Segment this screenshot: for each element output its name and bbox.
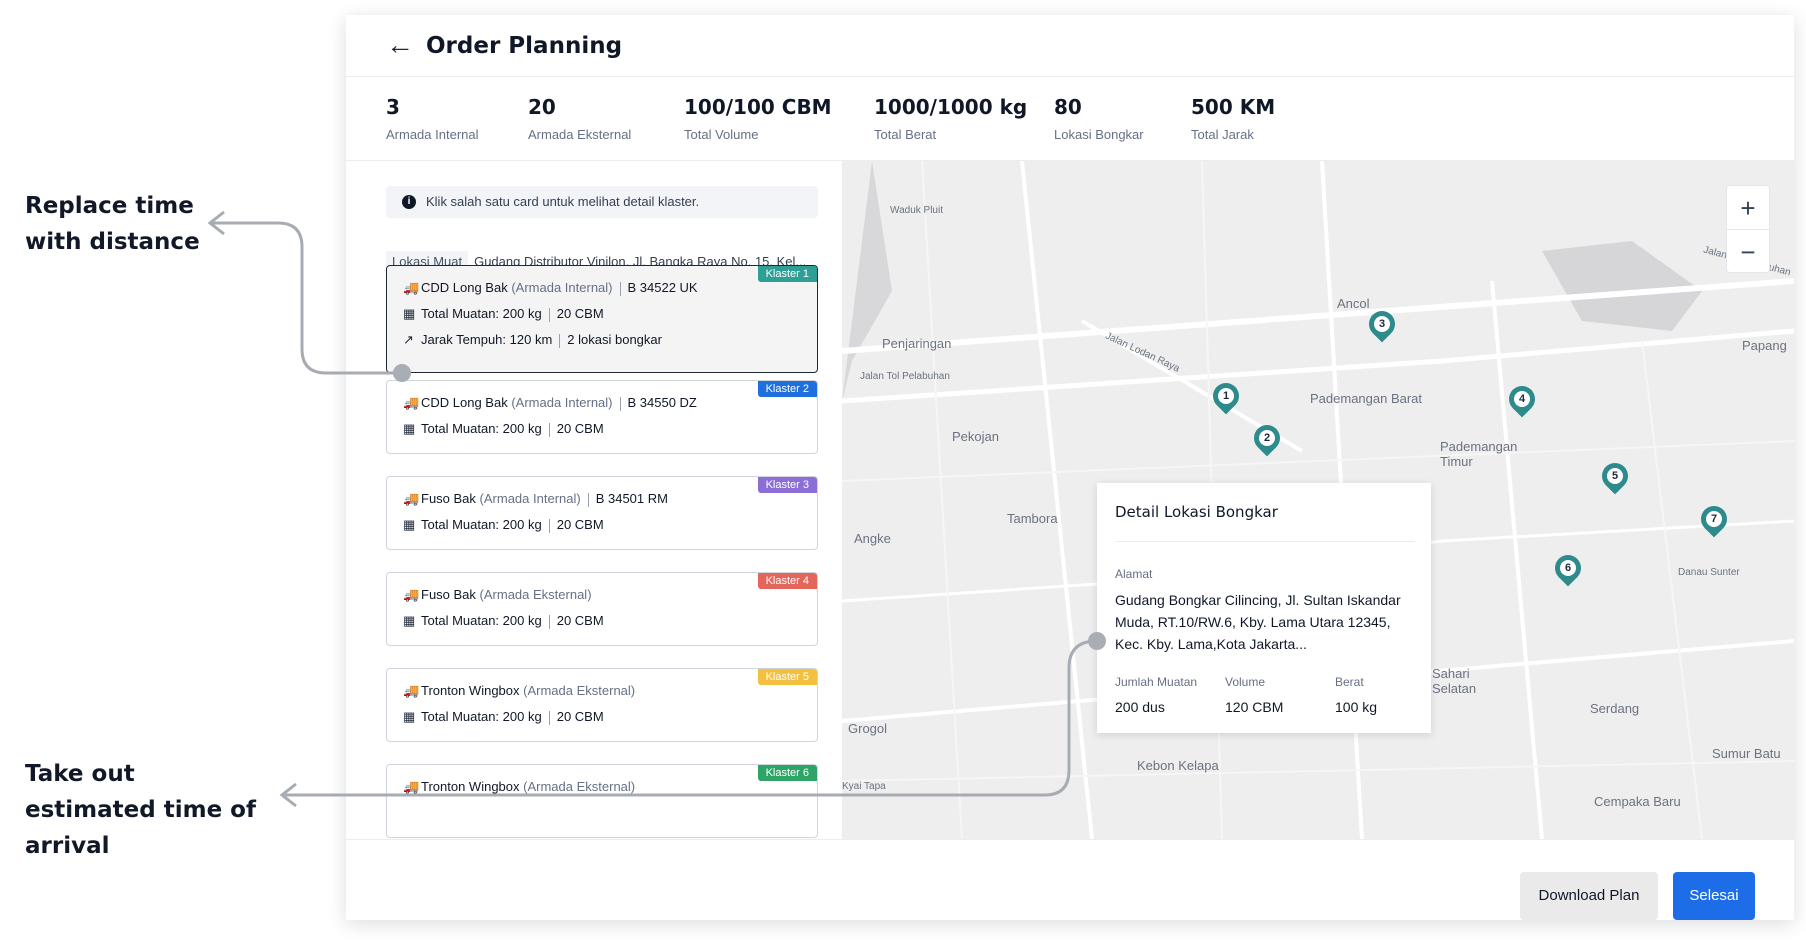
truck-icon: 🚚 (403, 280, 420, 295)
muatan-row: ▦ Total Muatan: 200 kg 20 CBM (403, 306, 604, 322)
map-label: Penjaringan (882, 336, 952, 351)
divider (1115, 541, 1415, 542)
map-label: Kyai Tapa (842, 781, 886, 792)
map-label: Pademangan Barat (1310, 391, 1423, 406)
cluster-badge: Klaster 3 (757, 477, 817, 493)
alamat-label: Alamat (1115, 567, 1153, 581)
stat-armada-internal: 3 Armada Internal (386, 95, 479, 142)
truck-icon: 🚚 (403, 683, 420, 698)
cargo-icon: ▦ (403, 709, 416, 724)
map-label: Pademangan Timur (1440, 439, 1518, 469)
vehicle-row: 🚚 CDD Long Bak (Armada Internal) B 34550 D… (403, 395, 697, 411)
berat-info: Berat 100 kg (1335, 675, 1378, 715)
vehicle-row: 🚚 CDD Long Bak (Armada Internal) B 34522 U… (403, 280, 698, 296)
stat-lokasi-bongkar: 80 Lokasi Bongkar (1054, 95, 1144, 142)
muatan-row: ▦ Total Muatan: 200 kg 20 CBM (403, 517, 604, 533)
muatan-row: ▦ Total Muatan: 200 kg 20 CBM (403, 613, 604, 629)
map-label: Pekojan (952, 429, 999, 444)
map-label: Angke (854, 531, 891, 546)
muatan-row: ▦ Total Muatan: 200 kg 20 CBM (403, 421, 604, 437)
zoom-out-button[interactable]: − (1727, 230, 1769, 274)
info-banner: i Klik salah satu card untuk melihat det… (386, 186, 818, 218)
map-label: Danau Sunter (1678, 567, 1740, 578)
map-label: Waduk Pluit (890, 205, 943, 216)
stat-total-volume: 100/100 CBM Total Volume (684, 95, 832, 142)
truck-icon: 🚚 (403, 779, 420, 794)
back-arrow-icon[interactable]: ← (386, 31, 414, 59)
map-label: Papang (1742, 338, 1787, 353)
map-label: Cempaka Baru (1594, 794, 1681, 809)
stat-total-jarak: 500 KM Total Jarak (1191, 95, 1276, 142)
map-label: Sumur Batu (1712, 746, 1781, 761)
map-label: Kebon Kelapa (1137, 758, 1219, 773)
map-label: Serdang (1590, 701, 1640, 716)
map-label: Grogol (848, 721, 888, 736)
cluster-card-1[interactable]: Klaster 1 🚚 CDD Long Bak (Armada Internal… (386, 265, 818, 373)
muatan-row: ▦ Total Muatan: 200 kg 20 CBM (403, 709, 604, 725)
detail-title: Detail Lokasi Bongkar (1115, 503, 1278, 521)
download-plan-button[interactable]: Download Plan (1520, 872, 1658, 920)
zoom-control: + − (1726, 185, 1770, 273)
route-arrow-icon: ↗ (403, 332, 414, 347)
cluster-badge: Klaster 2 (757, 381, 817, 397)
annotation-replace-time: Replace time with distance (25, 193, 200, 255)
vehicle-row: 🚚 Fuso Bak (Armada Eksternal) (403, 587, 592, 602)
cluster-panel: i Klik salah satu card untuk melihat det… (346, 161, 842, 839)
map-label: Sahari Selatan (1432, 666, 1477, 696)
footer-bar: Download Plan Selesai (346, 839, 1794, 920)
map-label: Tambora (1007, 511, 1058, 526)
cargo-icon: ▦ (403, 421, 416, 436)
map-label: Ancol (1337, 296, 1370, 311)
cargo-icon: ▦ (403, 613, 416, 628)
zoom-in-button[interactable]: + (1727, 186, 1769, 230)
cluster-badge: Klaster 5 (757, 669, 817, 685)
truck-icon: 🚚 (403, 491, 420, 506)
truck-icon: 🚚 (403, 395, 420, 410)
page-title: Order Planning (426, 33, 623, 59)
vehicle-row: 🚚 Tronton Wingbox (Armada Eksternal) (403, 779, 636, 794)
map-label: Jalan Tol Pelabuhan (860, 371, 950, 382)
cluster-card-4[interactable]: Klaster 4 🚚 Fuso Bak (Armada Eksternal) ▦… (386, 572, 818, 646)
stat-total-berat: 1000/1000 kg Total Berat (874, 95, 1028, 142)
order-planning-window: ← Order Planning 3 Armada Internal 20 Arma… (346, 15, 1794, 920)
jumlah-muatan: Jumlah Muatan 200 dus (1115, 675, 1198, 715)
cluster-badge: Klaster 4 (757, 573, 817, 589)
cluster-card-2[interactable]: Klaster 2 🚚 CDD Long Bak (Armada Internal… (386, 380, 818, 454)
cluster-card-6[interactable]: Klaster 6 🚚 Tronton Wingbox (Armada Ekste… (386, 764, 818, 838)
volume-info: Volume 120 CBM (1225, 675, 1284, 715)
stat-armada-eksternal: 20 Armada Eksternal (528, 95, 632, 142)
truck-icon: 🚚 (403, 587, 420, 602)
page-header: ← Order Planning (346, 15, 1794, 77)
cluster-badge: Klaster 6 (757, 765, 817, 781)
selesai-button[interactable]: Selesai (1673, 872, 1755, 920)
vehicle-row: 🚚 Fuso Bak (Armada Internal) B 34501 RM (403, 491, 668, 507)
cargo-icon: ▦ (403, 306, 416, 321)
vehicle-row: 🚚 Tronton Wingbox (Armada Eksternal) (403, 683, 636, 698)
annotation-take-out-eta: Take out estimated time of arrival (25, 761, 256, 859)
cluster-card-5[interactable]: Klaster 5 🚚 Tronton Wingbox (Armada Ekste… (386, 668, 818, 742)
detail-popup: Detail Lokasi Bongkar Alamat Gudang Bong… (1097, 483, 1431, 733)
jarak-row: ↗ Jarak Tempuh: 120 km 2 lokasi bongkar (403, 332, 662, 348)
map-view[interactable]: Waduk Pluit Ancol Penjaringan Jalan Tol … (842, 161, 1794, 839)
alamat-value: Gudang Bongkar Cilincing, Jl. Sultan Isk… (1115, 592, 1401, 652)
info-text: Klik salah satu card untuk melihat detai… (426, 194, 700, 209)
cargo-icon: ▦ (403, 517, 416, 532)
info-icon: i (402, 195, 416, 209)
stats-bar: 3 Armada Internal 20 Armada Eksternal 100/… (346, 77, 1794, 161)
cluster-badge: Klaster 1 (757, 266, 817, 282)
cluster-card-3[interactable]: Klaster 3 🚚 Fuso Bak (Armada Internal) B 3… (386, 476, 818, 550)
